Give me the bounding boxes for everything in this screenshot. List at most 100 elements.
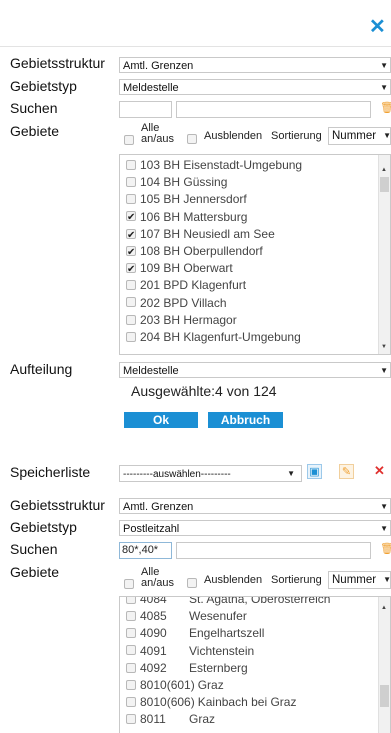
item-checkbox[interactable] (126, 645, 136, 656)
scrollbar[interactable]: ▲ (378, 597, 390, 733)
list-item[interactable]: 103 BH Eisenstadt-Umgebung (120, 157, 390, 174)
speicherliste-label: Speicherliste (10, 464, 91, 480)
item-checkbox[interactable] (126, 297, 136, 308)
gebietstyp-label: Gebietstyp (10, 78, 77, 94)
gebietsstruktur-select[interactable]: Amtl. Grenzen ▼ (119, 498, 391, 514)
list-item[interactable]: 108 BH Oberpullendorf (120, 243, 390, 261)
chevron-down-icon: ▼ (380, 524, 388, 533)
list-item[interactable]: 109 BH Oberwart (120, 260, 390, 278)
delete-icon[interactable]: ✕ (372, 464, 387, 479)
gebietstyp-value: Postleitzahl (123, 523, 180, 535)
abbruch-button[interactable]: Abbruch (208, 412, 283, 428)
item-code: 8010(601) (140, 677, 195, 692)
gebiete-list[interactable]: 103 BH Eisenstadt-Umgebung 104 BH Güssing… (119, 154, 391, 355)
scroll-down-icon[interactable]: ▼ (381, 344, 387, 350)
sortierung-label: Sortierung (271, 130, 322, 142)
scroll-thumb[interactable] (380, 177, 389, 192)
aufteilung-label: Aufteilung (10, 361, 73, 377)
search-input-long[interactable] (176, 101, 371, 118)
scroll-up-icon[interactable]: ▲ (381, 167, 387, 173)
list-item[interactable]: 8011 Graz (120, 711, 390, 728)
gebietstyp-select[interactable]: Meldestelle ▼ (119, 79, 391, 95)
item-checkbox[interactable] (126, 662, 136, 673)
scroll-thumb[interactable] (380, 685, 389, 707)
gebietsstruktur-value: Amtl. Grenzen (123, 60, 194, 72)
item-checkbox[interactable] (126, 261, 136, 278)
item-checkbox[interactable] (126, 194, 136, 205)
ausblenden-checkbox[interactable] (187, 574, 197, 592)
list-item[interactable]: 204 BH Klagenfurt-Umgebung (120, 329, 390, 346)
alle-checkbox[interactable] (124, 575, 134, 593)
item-name: Vichtenstein (189, 643, 255, 658)
list-item[interactable]: 4085 Wesenufer (120, 608, 390, 625)
trash-icon[interactable]: 🗑 (380, 542, 391, 557)
anaus-text: an/aus (141, 133, 175, 145)
item-checkbox[interactable] (126, 209, 136, 226)
chevron-down-icon: ▼ (380, 83, 388, 92)
item-label: 107 BH Neusiedl am See (140, 226, 275, 241)
chevron-down-icon: ▼ (380, 502, 388, 511)
list-item[interactable]: 8010(606) Kainbach bei Graz (120, 694, 390, 711)
sortierung-value: Nummer (332, 574, 377, 586)
list-item[interactable]: 4092 Esternberg (120, 660, 390, 677)
chevron-down-icon: ▼ (383, 575, 391, 584)
close-icon[interactable]: ✕ (369, 14, 386, 39)
suchen-label: Suchen (10, 541, 58, 557)
list-item[interactable]: 203 BH Hermagor (120, 312, 390, 329)
item-checkbox[interactable] (126, 611, 136, 622)
divider (0, 46, 391, 47)
ok-button[interactable]: Ok (124, 412, 198, 428)
save-icon[interactable]: ▣ (307, 464, 322, 479)
alle-checkbox[interactable] (124, 131, 134, 149)
item-checkbox[interactable] (126, 696, 136, 707)
item-checkbox[interactable] (126, 628, 136, 639)
item-code: 4090 (140, 626, 167, 641)
scroll-up-icon[interactable]: ▲ (381, 605, 387, 611)
gebietstyp-select[interactable]: Postleitzahl ▼ (119, 520, 391, 536)
item-checkbox[interactable] (126, 280, 136, 291)
item-checkbox[interactable] (126, 227, 136, 244)
chevron-down-icon: ▼ (380, 366, 388, 375)
selected-count: Ausgewählte:4 von 124 (131, 383, 277, 399)
item-checkbox[interactable] (126, 244, 136, 261)
list-item[interactable]: 8010(601) Graz (120, 677, 390, 694)
list-item[interactable]: 105 BH Jennersdorf (120, 191, 390, 208)
gebiete-list[interactable]: 4084 St. Agatha, Oberösterreich 4085 Wesenu… (119, 596, 391, 733)
item-checkbox[interactable] (126, 314, 136, 325)
gebietsstruktur-select[interactable]: Amtl. Grenzen ▼ (119, 57, 391, 73)
item-checkbox[interactable] (126, 331, 136, 342)
list-item[interactable]: 4090 Engelhartszell (120, 625, 390, 642)
trash-icon[interactable]: 🗑 (380, 101, 391, 116)
sortierung-label: Sortierung (271, 574, 322, 586)
list-item[interactable]: 202 BPD Villach (120, 295, 390, 312)
search-input-short[interactable] (119, 101, 172, 118)
sortierung-select[interactable]: Nummer ▼ (328, 127, 391, 145)
gebietsstruktur-value: Amtl. Grenzen (123, 501, 194, 513)
list-item[interactable]: 4091 Vichtenstein (120, 643, 390, 660)
search-input-long[interactable] (176, 542, 371, 559)
speicherliste-select[interactable]: ---------auswählen--------- ▼ (119, 465, 302, 482)
item-label: 201 BPD Klagenfurt (140, 278, 247, 293)
ausblenden-checkbox[interactable] (187, 130, 197, 148)
item-checkbox[interactable] (126, 679, 136, 690)
scrollbar[interactable]: ▲ ▼ (378, 155, 390, 354)
item-checkbox[interactable] (126, 177, 136, 188)
list-item[interactable]: 104 BH Güssing (120, 174, 390, 191)
item-checkbox[interactable] (126, 597, 136, 604)
item-label: 204 BH Klagenfurt-Umgebung (140, 329, 301, 344)
item-checkbox[interactable] (126, 159, 136, 170)
list-item[interactable]: 107 BH Neusiedl am See (120, 226, 390, 244)
edit-icon[interactable]: ✎ (339, 464, 354, 479)
gebietstyp-label: Gebietstyp (10, 519, 77, 535)
sortierung-value: Nummer (332, 130, 377, 142)
item-label: 106 BH Mattersburg (140, 209, 248, 224)
alle-label: Alle an/aus (141, 123, 174, 145)
item-checkbox[interactable] (126, 714, 136, 725)
aufteilung-select[interactable]: Meldestelle ▼ (119, 362, 391, 378)
list-item[interactable]: 201 BPD Klagenfurt (120, 277, 390, 294)
item-label: 104 BH Güssing (140, 175, 228, 190)
list-item[interactable]: 106 BH Mattersburg (120, 209, 390, 226)
sortierung-select[interactable]: Nummer ▼ (328, 571, 391, 589)
list-item[interactable]: 4084 St. Agatha, Oberösterreich (120, 597, 390, 608)
search-input-short[interactable]: 80*,40* (119, 542, 172, 559)
